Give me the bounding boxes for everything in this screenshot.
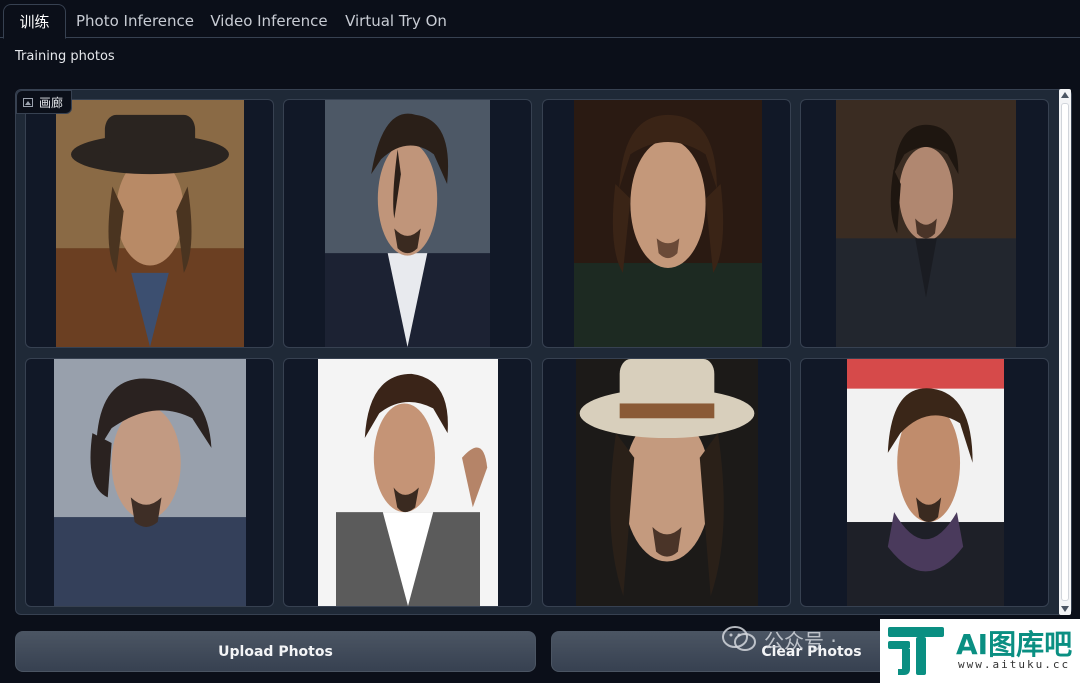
tab-virtual-try-on[interactable]: Virtual Try On <box>338 4 454 38</box>
portrait-photo-3 <box>574 100 762 347</box>
scrollbar-thumb[interactable] <box>1061 103 1069 601</box>
gallery-badge: 画廊 <box>16 90 73 114</box>
tab-photo-inference[interactable]: Photo Inference <box>70 4 200 38</box>
logo-url: www.aituku.cc <box>958 658 1071 671</box>
tab-bar: 训练 Photo Inference Video Inference Virtu… <box>0 0 1080 39</box>
training-photo-gallery[interactable]: 画廊 <box>15 89 1072 615</box>
wechat-watermark-text: 公众号 · <box>764 628 837 653</box>
upload-photos-button[interactable]: Upload Photos <box>15 631 536 672</box>
portrait-photo-1 <box>56 100 244 347</box>
wechat-icon <box>722 626 756 651</box>
portrait-photo-5 <box>54 359 246 606</box>
gallery-badge-label: 画廊 <box>39 95 64 110</box>
training-photos-label: Training photos <box>15 49 115 64</box>
scroll-down-arrow-icon[interactable] <box>1061 606 1069 612</box>
gallery-thumbnail-1[interactable] <box>25 99 274 348</box>
aituku-logo: AI图库吧 www.aituku.cc <box>880 619 1080 683</box>
wechat-watermark: 公众号 · <box>722 624 837 654</box>
logo-title: AI图库吧 <box>956 628 1073 661</box>
gallery-thumbnail-2[interactable] <box>283 99 532 348</box>
portrait-photo-7 <box>576 359 758 606</box>
gallery-thumbnail-6[interactable] <box>283 358 532 607</box>
gallery-thumbnail-7[interactable] <box>542 358 791 607</box>
portrait-photo-4 <box>836 100 1016 347</box>
scroll-up-arrow-icon[interactable] <box>1061 92 1069 98</box>
portrait-photo-2 <box>325 100 490 347</box>
tab-video-inference[interactable]: Video Inference <box>205 4 333 38</box>
portrait-photo-6 <box>318 359 498 606</box>
image-icon <box>23 97 33 107</box>
gallery-thumbnail-3[interactable] <box>542 99 791 348</box>
portrait-photo-8 <box>847 359 1004 606</box>
gallery-scrollbar[interactable] <box>1059 89 1071 615</box>
gallery-thumbnail-8[interactable] <box>800 358 1049 607</box>
gallery-thumbnail-5[interactable] <box>25 358 274 607</box>
tab-training[interactable]: 训练 <box>3 4 66 39</box>
aituku-logo-icon <box>888 627 944 675</box>
gallery-thumbnail-4[interactable] <box>800 99 1049 348</box>
